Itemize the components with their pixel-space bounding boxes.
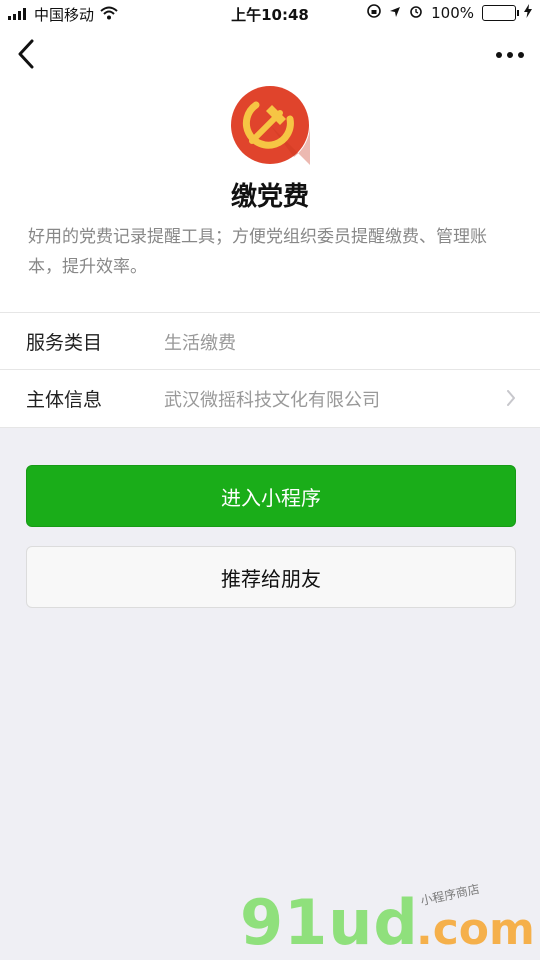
chevron-left-icon — [18, 39, 34, 69]
status-bar: 中国移动 上午10:48 100% — [0, 0, 540, 28]
watermark-logo: 91ud .com 小程序商店 — [240, 878, 540, 960]
watermark-brand: 91ud — [240, 886, 419, 959]
battery-icon — [482, 5, 519, 21]
enter-mini-program-button[interactable]: 进入小程序 — [26, 465, 516, 527]
recommend-to-friend-button[interactable]: 推荐给朋友 — [26, 546, 516, 608]
more-dot — [518, 52, 524, 58]
top-nav-bar — [0, 28, 540, 82]
rotation-lock-icon — [367, 4, 381, 22]
back-button[interactable] — [8, 36, 44, 72]
more-dot — [496, 52, 502, 58]
service-category-value: 生活缴费 — [164, 333, 236, 354]
charging-icon — [524, 4, 532, 22]
chevron-right-icon — [507, 390, 515, 406]
more-options-button[interactable] — [492, 40, 528, 70]
app-name: 缴党费 — [230, 182, 309, 212]
alarm-icon — [409, 4, 423, 22]
service-category-label: 服务类目 — [26, 332, 103, 354]
party-emblem-logo — [230, 85, 310, 165]
service-category-row: 服务类目 生活缴费 — [0, 313, 540, 369]
entity-info-row[interactable]: 主体信息 武汉微摇科技文化有限公司 — [0, 370, 540, 426]
watermark-tld: .com — [416, 904, 535, 955]
app-description: 好用的党费记录提醒工具；方便党组织委员提醒缴费、管理账本，提升效率。 — [28, 227, 487, 277]
location-icon — [389, 4, 401, 22]
entity-info-value: 武汉微摇科技文化有限公司 — [164, 390, 380, 411]
more-dot — [507, 52, 513, 58]
app-header: 缴党费 好用的党费记录提醒工具；方便党组织委员提醒缴费、管理账本，提升效率。 — [0, 82, 540, 312]
info-list: 服务类目 生活缴费 主体信息 武汉微摇科技文化有限公司 — [0, 312, 540, 428]
battery-percent: 100% — [431, 4, 474, 22]
entity-info-label: 主体信息 — [26, 389, 103, 411]
status-right: 100% — [367, 4, 532, 22]
